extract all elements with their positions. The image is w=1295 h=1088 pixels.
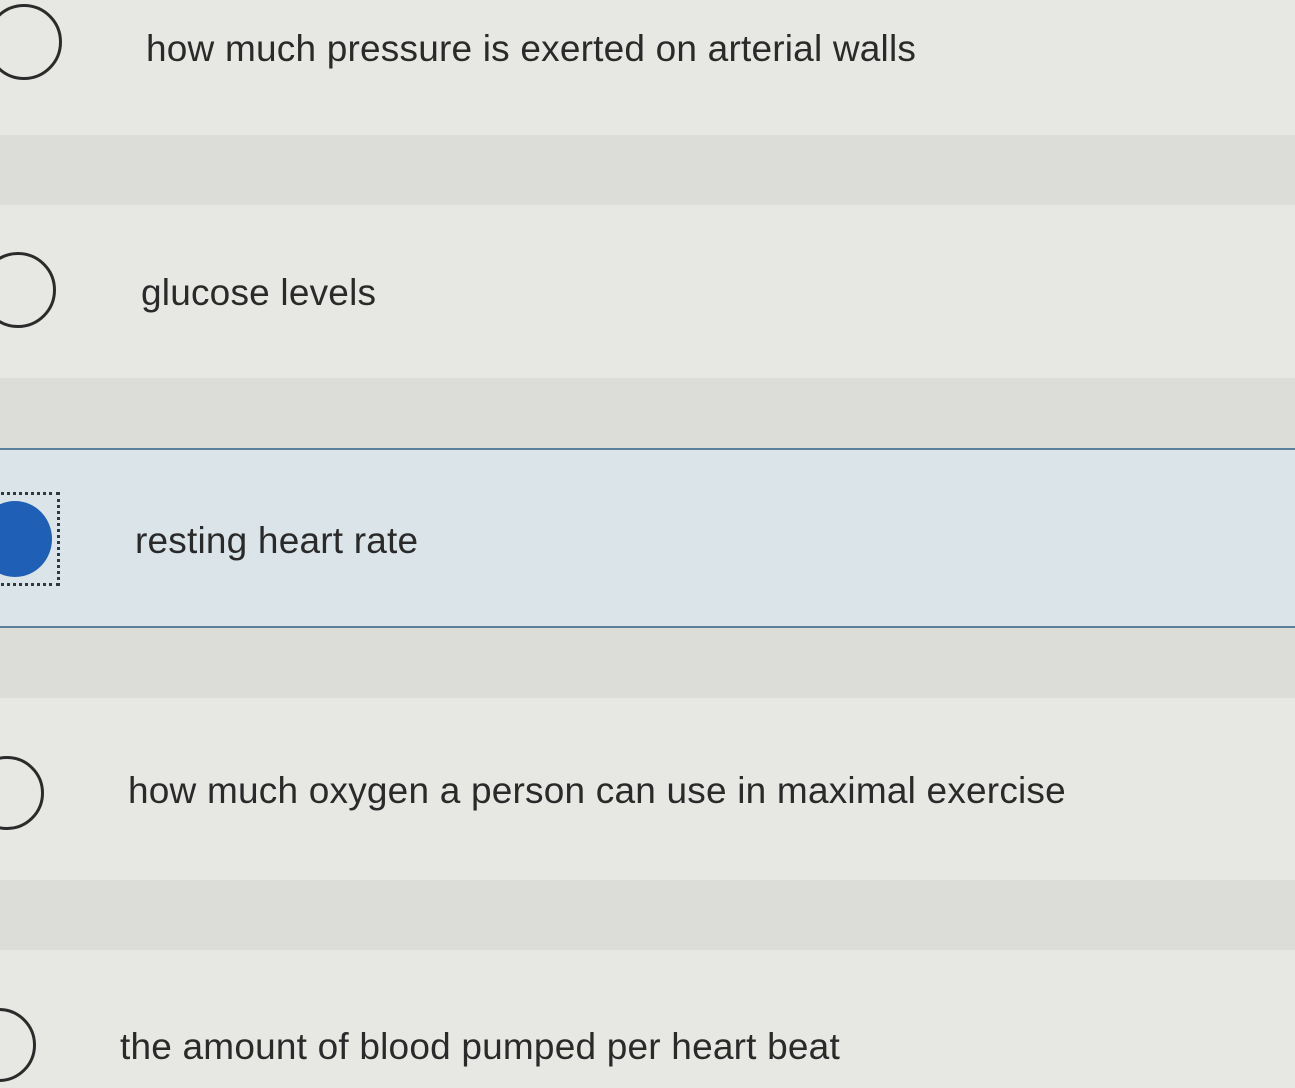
option-label: how much oxygen a person can use in maxi… — [128, 770, 1066, 811]
option-label: the amount of blood pumped per heart bea… — [120, 1026, 840, 1067]
radio-button-unchecked[interactable] — [0, 756, 44, 830]
answer-options-list: how much pressure is exerted on arterial… — [0, 0, 1295, 1088]
option-label: resting heart rate — [135, 520, 419, 561]
option-label: glucose levels — [141, 272, 377, 313]
radio-button-unchecked[interactable] — [0, 4, 62, 80]
answer-option-5[interactable]: the amount of blood pumped per heart bea… — [0, 950, 1295, 1088]
radio-button-unchecked[interactable] — [0, 252, 56, 328]
answer-option-1[interactable]: how much pressure is exerted on arterial… — [0, 0, 1295, 135]
answer-option-4[interactable]: how much oxygen a person can use in maxi… — [0, 698, 1295, 880]
option-divider — [0, 135, 1295, 205]
option-label: how much pressure is exerted on arterial… — [146, 28, 917, 69]
option-divider — [0, 880, 1295, 950]
option-divider — [0, 628, 1295, 698]
answer-option-2[interactable]: glucose levels — [0, 205, 1295, 378]
option-divider — [0, 378, 1295, 448]
radio-button-unchecked[interactable] — [0, 1008, 36, 1082]
answer-option-3[interactable]: resting heart rate — [0, 448, 1295, 628]
